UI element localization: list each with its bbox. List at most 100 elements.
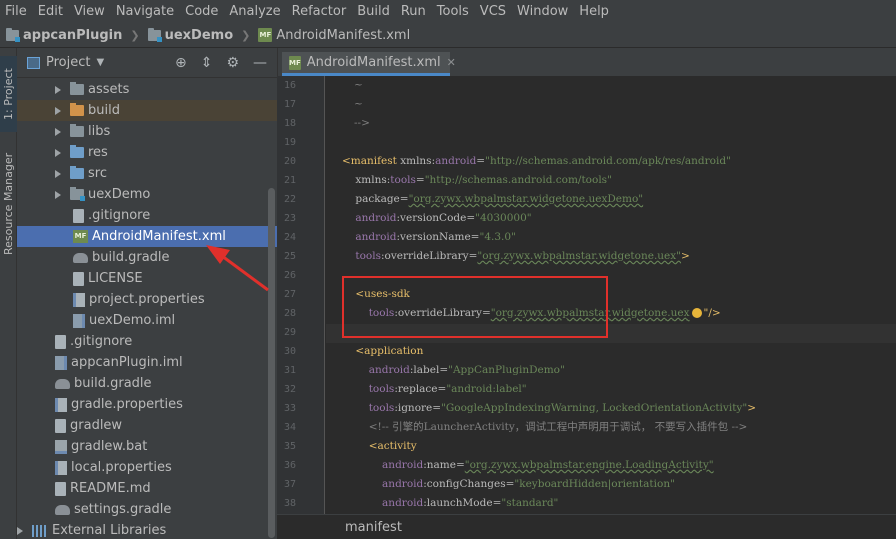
code-token: "4.3.0" <box>479 231 516 243</box>
tree-item-label: .gitignore <box>88 208 151 223</box>
tree-item[interactable]: build.gradle <box>17 247 277 268</box>
tree-item-label: gradlew.bat <box>71 439 148 454</box>
folder-icon <box>70 82 84 95</box>
gear-icon[interactable]: ⚙ <box>226 56 239 70</box>
line-number: 24 <box>283 232 296 243</box>
tree-item[interactable]: MF AndroidManifest.xml <box>17 226 277 247</box>
menu-item-run[interactable]: Run <box>396 4 432 19</box>
tree-item[interactable]: .gitignore <box>17 205 277 226</box>
tree-item[interactable]: External Libraries <box>17 520 277 539</box>
line-number: 30 <box>283 346 296 357</box>
xml-path-label[interactable]: manifest <box>345 520 402 535</box>
menu-item-refactor[interactable]: Refactor <box>287 4 353 19</box>
tree-item[interactable]: appcanPlugin.iml <box>17 352 277 373</box>
tree-item-label: appcanPlugin.iml <box>71 355 183 370</box>
properties-icon <box>55 460 67 475</box>
tree-scrollbar[interactable] <box>268 188 275 538</box>
tree-item[interactable]: project.properties <box>17 289 277 310</box>
code-token: android <box>342 459 424 471</box>
menu-item-navigate[interactable]: Navigate <box>111 4 180 19</box>
code-token: <!-- 引擎的LauncherActivity，调试工程中声明用于调试， 不要… <box>342 421 748 433</box>
manifest-icon: MF <box>289 55 301 70</box>
code-token: = <box>476 155 486 167</box>
tab-resource-manager[interactable]: Resource Manager <box>0 144 17 264</box>
tree-item[interactable]: LICENSE <box>17 268 277 289</box>
line-number: 16 <box>283 80 296 91</box>
tree-item[interactable]: .gitignore <box>17 331 277 352</box>
tree-item-label: build <box>88 103 120 118</box>
code-token: <manifest <box>342 155 401 167</box>
code-line: android:label="AppCanPluginDemo" <box>342 361 565 380</box>
code-token: tools <box>342 402 395 414</box>
tree-item-label: README.md <box>70 481 151 496</box>
expand-arrow-icon[interactable] <box>55 169 61 178</box>
expand-arrow-icon[interactable] <box>55 106 61 115</box>
code-token: android <box>342 231 397 243</box>
tree-item[interactable]: uexDemo <box>17 184 277 205</box>
code-line: <uses-sdk <box>342 285 410 304</box>
expand-arrow-icon[interactable] <box>55 190 61 199</box>
tree-item[interactable]: uexDemo.iml <box>17 310 277 331</box>
breadcrumb-item-file[interactable]: MF AndroidManifest.xml <box>252 28 410 43</box>
code-line: tools:overrideLibrary="org.zywx.wbpalmst… <box>342 304 721 323</box>
locate-target-icon[interactable]: ⊕ <box>175 56 187 70</box>
properties-icon <box>73 292 85 307</box>
menu-item-view[interactable]: View <box>69 4 111 19</box>
project-view-selector[interactable]: Project ▼ <box>17 55 104 70</box>
expand-arrow-icon[interactable] <box>17 526 23 535</box>
tree-item[interactable]: src <box>17 163 277 184</box>
code-token: "AppCanPluginDemo" <box>448 364 565 376</box>
code-token: "4030000" <box>475 212 532 224</box>
tree-item-label: AndroidManifest.xml <box>92 229 226 244</box>
tree-item[interactable]: libs <box>17 121 277 142</box>
menu-item-tools[interactable]: Tools <box>432 4 475 19</box>
menu-item-edit[interactable]: Edit <box>33 4 69 19</box>
code-token: xmlns: <box>400 155 436 167</box>
code-token: <activity <box>342 440 417 452</box>
expand-arrow-icon[interactable] <box>55 127 61 136</box>
breadcrumb-item-project[interactable]: appcanPlugin ❯ <box>0 27 142 43</box>
tab-project-tool[interactable]: 1: Project <box>0 56 17 132</box>
line-number: 38 <box>283 498 296 509</box>
tree-item-label: LICENSE <box>88 271 143 286</box>
line-number: 18 <box>283 118 296 129</box>
breadcrumb: appcanPlugin ❯ uexDemo ❯ MF AndroidManif… <box>0 23 896 48</box>
tree-item[interactable]: gradle.properties <box>17 394 277 415</box>
tree-item[interactable]: build <box>17 100 277 121</box>
menu-item-help[interactable]: Help <box>574 4 615 19</box>
expand-arrow-icon[interactable] <box>55 85 61 94</box>
tree-item[interactable]: assets <box>17 79 277 100</box>
tree-item-label: local.properties <box>71 460 172 475</box>
tree-item[interactable]: README.md <box>17 478 277 499</box>
tree-item[interactable]: build.gradle <box>17 373 277 394</box>
line-number: 31 <box>283 365 296 376</box>
code-token: "standard" <box>501 497 559 509</box>
tree-item[interactable]: gradlew <box>17 415 277 436</box>
line-number: 33 <box>283 403 296 414</box>
menu-item-code[interactable]: Code <box>180 4 224 19</box>
menu-item-file[interactable]: File <box>0 4 33 19</box>
close-icon[interactable]: ✕ <box>447 56 456 69</box>
gradle-icon <box>55 504 70 515</box>
tree-item[interactable]: gradlew.bat <box>17 436 277 457</box>
expand-arrow-icon[interactable] <box>55 148 61 157</box>
menu-item-window[interactable]: Window <box>512 4 574 19</box>
breadcrumb-item-module[interactable]: uexDemo ❯ <box>142 27 253 43</box>
menu-item-build[interactable]: Build <box>352 4 396 19</box>
collapse-all-icon[interactable]: ⇕ <box>201 56 213 70</box>
menu-item-vcs[interactable]: VCS <box>475 4 512 19</box>
code-token: "/> <box>703 307 721 319</box>
tree-item[interactable]: settings.gradle <box>17 499 277 520</box>
lightbulb-icon[interactable] <box>691 308 702 318</box>
minimize-icon[interactable]: — <box>253 56 267 70</box>
tree-item-label: .gitignore <box>70 334 133 349</box>
tree-item[interactable]: res <box>17 142 277 163</box>
menu-item-analyze[interactable]: Analyze <box>224 4 286 19</box>
code-editor[interactable]: ~ ~ --> <manifest xmlns:android="http://sch… <box>326 76 896 514</box>
module-folder-icon <box>147 27 162 42</box>
tree-item[interactable]: local.properties <box>17 457 277 478</box>
code-token: :label <box>409 364 440 376</box>
tab-android-manifest[interactable]: MF AndroidManifest.xml ✕ <box>282 52 456 76</box>
code-line: xmlns:tools="http://schemas.android.com/… <box>342 171 612 190</box>
code-line: --> <box>354 114 370 133</box>
